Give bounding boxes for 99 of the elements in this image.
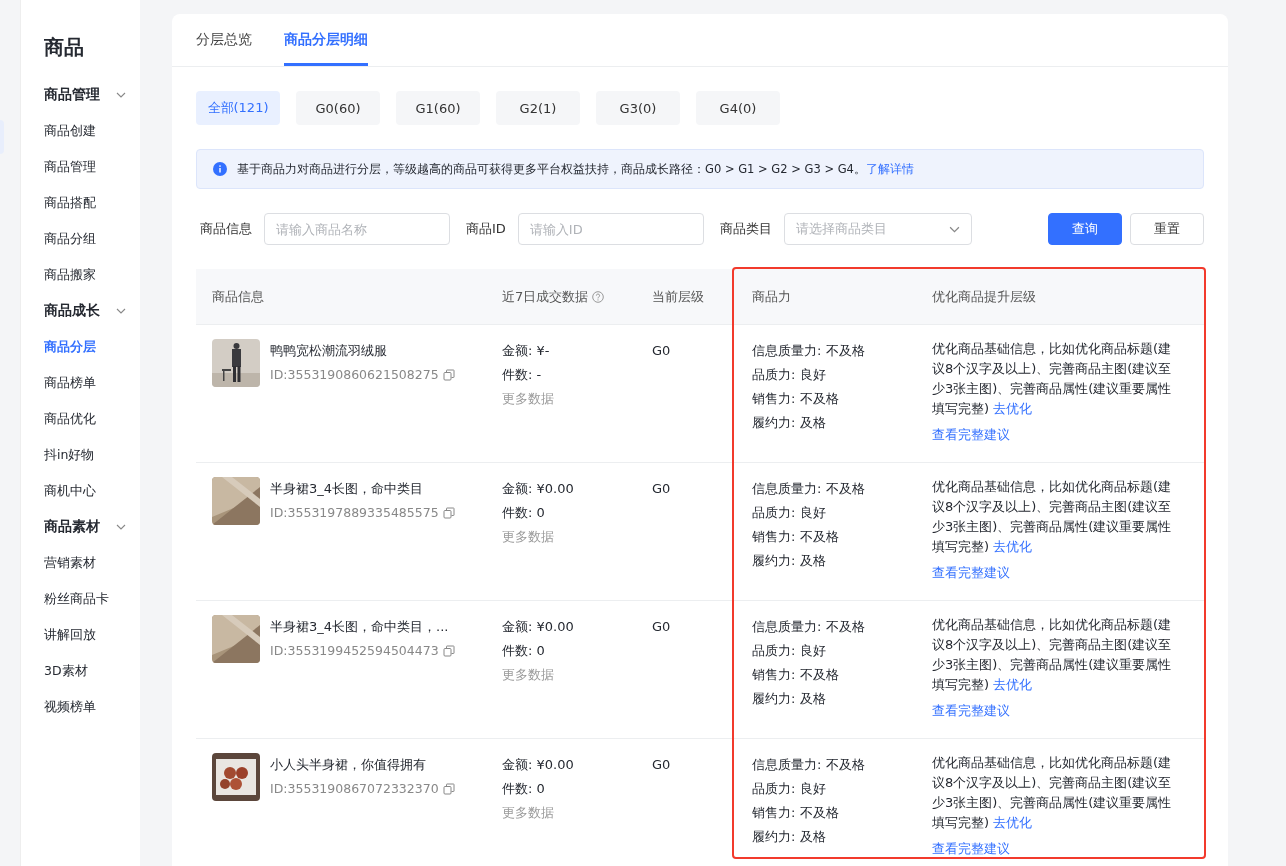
suggestion-text: 优化商品基础信息，比如优化商品标题(建议8个汉字及以上)、完善商品主图(建议至少3张主图)、完善商品属性(建议重要属性填写完整) 去优化 xyxy=(932,754,1173,832)
amount-text: 金额: ¥0.00 xyxy=(502,618,574,636)
count-text: 件数: 0 xyxy=(502,504,545,522)
product-name: 半身裙3_4长图，命中类目，... xyxy=(270,618,450,636)
product-id: ID:3553190867072332370 xyxy=(270,780,439,798)
reset-button[interactable]: 重置 xyxy=(1130,213,1204,245)
count-text: 件数: - xyxy=(502,366,542,384)
count-text: 件数: 0 xyxy=(502,780,545,798)
filter-chip[interactable]: G0(60) xyxy=(296,91,380,125)
product-id: ID:3553190860621508275 xyxy=(270,366,439,384)
power-text: 销售力: 不及格 xyxy=(752,528,839,546)
filter-chip[interactable]: G1(60) xyxy=(396,91,480,125)
info-icon xyxy=(213,162,227,176)
copy-icon[interactable] xyxy=(442,369,455,381)
product-id: ID:3553199452594504473 xyxy=(270,642,439,660)
input-field[interactable]: 请输入ID xyxy=(517,213,704,245)
power-text: 品质力: 良好 xyxy=(752,780,826,798)
suggestion-text: 优化商品基础信息，比如优化商品标题(建议8个汉字及以上)、完善商品主图(建议至少3张主图)、完善商品属性(建议重要属性填写完整) 去优化 xyxy=(932,478,1173,556)
view-all-link[interactable]: 查看完整建议 xyxy=(932,561,1010,585)
sidebar-item[interactable]: 商品分组 xyxy=(44,227,140,263)
view-all-link[interactable]: 查看完整建议 xyxy=(932,837,1010,861)
chevron-icon xyxy=(116,524,126,530)
optimize-link[interactable]: 去优化 xyxy=(993,401,1033,416)
level-text: G0 xyxy=(652,619,671,634)
power-text: 销售力: 不及格 xyxy=(752,666,839,684)
field-label: 商品信息 xyxy=(200,220,252,238)
filter-chip[interactable]: G2(1) xyxy=(496,91,580,125)
power-text: 履约力: 及格 xyxy=(752,828,826,846)
filter-chip[interactable]: G4(0) xyxy=(696,91,780,125)
notice-text: 基于商品力对商品进行分层，等级越高的商品可获得更多平台权益扶持，商品成长路径：G0 > G1 > G2 > G3 > G4。了解详情 xyxy=(237,161,914,177)
optimize-link[interactable]: 去优化 xyxy=(993,539,1033,554)
sidebar-item[interactable]: 商品创建 xyxy=(44,119,140,155)
column-header: 商品信息 xyxy=(212,287,264,306)
sidebar-item[interactable]: 3D素材 xyxy=(44,659,140,695)
field-label: 商品类目 xyxy=(719,220,772,238)
product-id: ID:3553197889335485575 xyxy=(270,504,439,522)
suggestion-text: 优化商品基础信息，比如优化商品标题(建议8个汉字及以上)、完善商品主图(建议至少3张主图)、完善商品属性(建议重要属性填写完整) 去优化 xyxy=(932,340,1173,418)
input-field[interactable]: 请输入商品名称 xyxy=(264,213,450,245)
optimize-link[interactable]: 去优化 xyxy=(993,677,1033,692)
product-name: 小人头半身裙，你值得拥有 xyxy=(270,756,427,774)
view-all-link[interactable]: 查看完整建议 xyxy=(932,423,1010,447)
sidebar-item[interactable]: 商品榜单 xyxy=(44,371,140,407)
field-label: 商品ID xyxy=(466,220,506,238)
optimize-link[interactable]: 去优化 xyxy=(993,815,1033,830)
column-header: 当前层级 xyxy=(652,287,704,306)
sidebar-title: 商品 xyxy=(44,34,85,61)
level-text: G0 xyxy=(652,343,671,358)
copy-icon[interactable] xyxy=(442,507,455,519)
power-text: 品质力: 良好 xyxy=(752,504,826,522)
level-text: G0 xyxy=(652,481,671,496)
help-icon xyxy=(592,290,605,303)
sidebar-item[interactable]: 视频榜单 xyxy=(44,695,140,731)
power-text: 品质力: 良好 xyxy=(752,366,826,384)
sidebar-item[interactable]: 讲解回放 xyxy=(44,623,140,659)
power-text: 销售力: 不及格 xyxy=(752,390,839,408)
power-text: 信息质量力: 不及格 xyxy=(752,618,865,636)
power-text: 履约力: 及格 xyxy=(752,414,826,432)
count-text: 件数: 0 xyxy=(502,642,545,660)
copy-icon[interactable] xyxy=(442,783,455,795)
sidebar-item[interactable]: 商品优化 xyxy=(44,407,140,443)
power-text: 履约力: 及格 xyxy=(752,690,826,708)
sidebar-item[interactable]: 抖in好物 xyxy=(44,443,140,479)
power-text: 信息质量力: 不及格 xyxy=(752,480,865,498)
chevron-icon xyxy=(116,308,126,314)
amount-text: 金额: ¥0.00 xyxy=(502,480,574,498)
sidebar-item[interactable]: 商品搬家 xyxy=(44,263,140,299)
power-text: 履约力: 及格 xyxy=(752,552,826,570)
product-name: 半身裙3_4长图，命中类目 xyxy=(270,480,425,498)
power-text: 销售力: 不及格 xyxy=(752,804,839,822)
chevron-icon xyxy=(948,225,960,233)
power-text: 品质力: 良好 xyxy=(752,642,826,660)
learn-more-link[interactable]: 了解详情 xyxy=(865,161,914,176)
column-header: 商品力 xyxy=(752,287,791,306)
filter-chip[interactable]: 全部(121) xyxy=(196,91,280,125)
chevron-icon xyxy=(116,92,126,98)
level-text: G0 xyxy=(652,757,671,772)
sidebar-item[interactable]: 商机中心 xyxy=(44,479,140,515)
power-text: 信息质量力: 不及格 xyxy=(752,342,865,360)
amount-text: 金额: ¥- xyxy=(502,342,550,360)
sidebar-item[interactable]: 营销素材 xyxy=(44,551,140,587)
sidebar-group[interactable]: 商品素材 xyxy=(44,515,140,539)
tab[interactable]: 分层总览 xyxy=(196,14,252,66)
power-text: 信息质量力: 不及格 xyxy=(752,756,865,774)
query-button[interactable]: 查询 xyxy=(1048,213,1122,245)
product-name: 鸭鸭宽松潮流羽绒服 xyxy=(270,342,388,360)
column-header: 优化商品提升层级 xyxy=(932,287,1036,306)
amount-text: 金额: ¥0.00 xyxy=(502,756,574,774)
column-header: 近7日成交数据 xyxy=(502,287,589,306)
sidebar-item[interactable]: 粉丝商品卡 xyxy=(44,587,140,623)
copy-icon[interactable] xyxy=(442,645,455,657)
sidebar-item[interactable]: 商品管理 xyxy=(44,155,140,191)
sidebar-group[interactable]: 商品管理 xyxy=(44,83,140,107)
filter-chip[interactable]: G3(0) xyxy=(596,91,680,125)
suggestion-text: 优化商品基础信息，比如优化商品标题(建议8个汉字及以上)、完善商品主图(建议至少3张主图)、完善商品属性(建议重要属性填写完整) 去优化 xyxy=(932,616,1173,694)
sidebar-group[interactable]: 商品成长 xyxy=(44,299,140,323)
tab[interactable]: 商品分层明细 xyxy=(284,14,368,66)
sidebar-item[interactable]: 商品搭配 xyxy=(44,191,140,227)
sidebar-item[interactable]: 商品分层 xyxy=(44,335,140,371)
view-all-link[interactable]: 查看完整建议 xyxy=(932,699,1010,723)
